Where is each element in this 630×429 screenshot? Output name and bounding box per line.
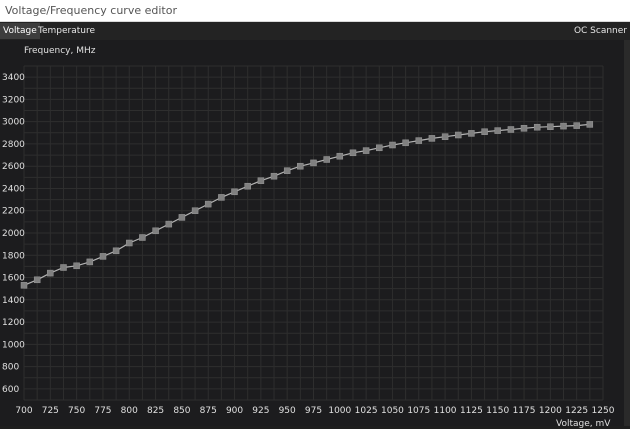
y-axis-title: Frequency, MHz xyxy=(24,46,96,56)
curve-point[interactable] xyxy=(402,139,409,147)
x-tick-label: 825 xyxy=(147,406,164,416)
y-tick-label: 600 xyxy=(2,385,19,395)
x-tick-label: 1075 xyxy=(407,406,430,416)
curve-series xyxy=(23,123,590,286)
x-tick-label: 975 xyxy=(305,406,322,416)
curve-point[interactable] xyxy=(520,125,528,132)
curve-point[interactable] xyxy=(33,276,41,284)
curve-point[interactable] xyxy=(323,156,330,163)
curve-point[interactable] xyxy=(283,167,291,174)
x-tick-label: 1100 xyxy=(434,406,457,416)
y-tick-label: 800 xyxy=(2,363,19,373)
y-tick-labels: 600 800 1000 1200 1400 1600 1800 2000 2200 2400 26… xyxy=(2,73,25,395)
y-tick-label: 1600 xyxy=(2,274,25,284)
y-tick-label: 2400 xyxy=(2,184,25,194)
y-tick-label: 3200 xyxy=(2,95,25,105)
x-tick-label: 1225 xyxy=(565,406,588,416)
curve-point[interactable] xyxy=(60,264,67,271)
grid-lines xyxy=(23,65,604,401)
x-tick-label: 950 xyxy=(279,406,296,416)
x-tick-label: 875 xyxy=(200,406,217,416)
y-tick-label: 2000 xyxy=(2,229,25,239)
curve-point[interactable] xyxy=(468,130,475,137)
curve-point[interactable] xyxy=(428,135,436,142)
x-tick-label: 750 xyxy=(68,406,85,416)
y-tick-label: 2800 xyxy=(2,140,25,150)
x-tick-label: 900 xyxy=(226,406,243,416)
y-tick-label: 1000 xyxy=(2,340,25,350)
x-tick-label: 1200 xyxy=(539,406,562,416)
x-tick-label: 850 xyxy=(173,406,190,416)
curve-point[interactable] xyxy=(573,122,580,129)
curve-point[interactable] xyxy=(112,247,120,255)
x-tick-label: 775 xyxy=(94,406,111,416)
curve-point[interactable] xyxy=(86,258,94,266)
curve-point[interactable] xyxy=(586,121,594,128)
vertical-scrollbar[interactable] xyxy=(624,40,630,426)
curve-point[interactable] xyxy=(560,122,567,130)
curve-point[interactable] xyxy=(165,220,173,228)
vf-curve-line xyxy=(23,123,590,286)
y-tick-label: 1400 xyxy=(2,296,25,306)
curve-point[interactable] xyxy=(20,282,28,289)
y-tick-label: 1200 xyxy=(2,318,25,328)
curve-point[interactable] xyxy=(204,200,212,208)
y-tick-label: 1800 xyxy=(2,251,25,261)
curve-point[interactable] xyxy=(376,144,383,152)
x-tick-label: 925 xyxy=(252,406,269,416)
curve-point[interactable] xyxy=(257,177,265,184)
curve-point[interactable] xyxy=(99,253,107,260)
curve-point[interactable] xyxy=(455,131,462,139)
curve-point[interactable] xyxy=(139,234,146,241)
vf-curve-chart[interactable]: 600 800 1000 1200 1400 1600 1800 2000 2200 2400 26… xyxy=(0,0,630,426)
curve-point[interactable] xyxy=(389,141,396,149)
curve-point[interactable] xyxy=(218,194,225,201)
curve-point[interactable] xyxy=(297,162,304,170)
curve-point[interactable] xyxy=(507,126,515,133)
curve-point[interactable] xyxy=(441,133,449,140)
y-tick-label: 3400 xyxy=(2,73,25,83)
x-axis-title: Voltage, mV xyxy=(556,419,611,429)
x-tick-label: 700 xyxy=(15,406,32,416)
curve-point[interactable] xyxy=(547,123,554,130)
curve-points[interactable] xyxy=(20,121,594,289)
curve-point[interactable] xyxy=(362,147,370,154)
y-tick-label: 2200 xyxy=(2,207,25,217)
x-tick-label: 1000 xyxy=(328,406,351,416)
x-tick-label: 1025 xyxy=(355,406,378,416)
curve-point[interactable] xyxy=(191,207,199,214)
x-tick-label: 1175 xyxy=(513,406,536,416)
curve-point[interactable] xyxy=(415,137,423,144)
curve-point[interactable] xyxy=(47,269,54,277)
curve-point[interactable] xyxy=(310,159,317,167)
x-tick-label: 1125 xyxy=(460,406,483,416)
x-tick-label: 1250 xyxy=(592,406,615,416)
curve-point[interactable] xyxy=(533,123,541,131)
curve-point[interactable] xyxy=(73,262,80,270)
x-tick-label: 725 xyxy=(42,406,59,416)
curve-point[interactable] xyxy=(244,182,251,190)
curve-point[interactable] xyxy=(494,127,501,134)
curve-point[interactable] xyxy=(126,239,133,247)
y-tick-label: 2600 xyxy=(2,162,25,172)
y-tick-label: 3000 xyxy=(2,118,25,128)
curve-point[interactable] xyxy=(178,214,186,221)
curve-point[interactable] xyxy=(349,149,357,157)
curve-point[interactable] xyxy=(336,152,344,160)
curve-point[interactable] xyxy=(152,227,159,235)
x-tick-label: 1150 xyxy=(486,406,509,416)
x-tick-label: 1050 xyxy=(381,406,404,416)
curve-point[interactable] xyxy=(481,128,488,135)
curve-point[interactable] xyxy=(270,172,278,180)
x-tick-label: 800 xyxy=(121,406,138,416)
x-tick-labels: 700 725 750 775 800 825 850 875 900 925 950 975 1000… xyxy=(15,406,614,416)
curve-point[interactable] xyxy=(231,188,238,196)
